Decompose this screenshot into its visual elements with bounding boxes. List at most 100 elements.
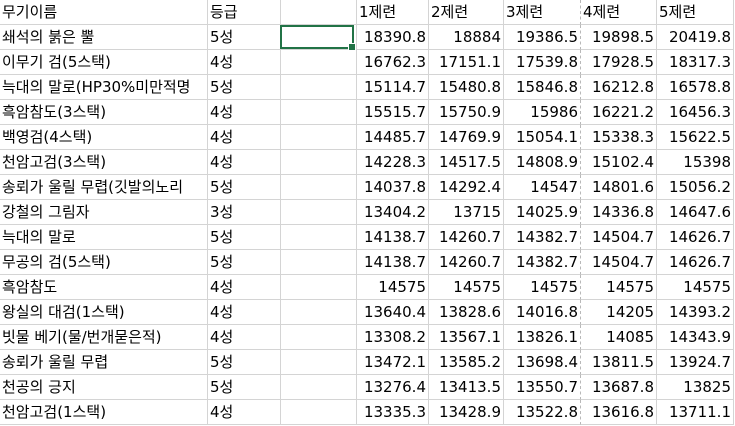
cell-refine-5[interactable]: 14393.2 — [657, 300, 734, 325]
cell-refine-2[interactable]: 15750.9 — [429, 100, 504, 125]
cell-refine-5[interactable]: 20419.8 — [657, 25, 734, 50]
cell-weapon-name[interactable]: 늑대의 말로 — [0, 225, 208, 250]
cell-refine-1[interactable]: 14138.7 — [357, 250, 429, 275]
cell-refine-2[interactable]: 14260.7 — [429, 250, 504, 275]
cell-refine-2[interactable]: 13828.6 — [429, 300, 504, 325]
cell-refine-3[interactable]: 14382.7 — [504, 225, 581, 250]
cell-weapon-name[interactable]: 강철의 그림자 — [0, 200, 208, 225]
cell-refine-4[interactable]: 14336.8 — [581, 200, 657, 225]
cell-empty[interactable] — [281, 375, 357, 400]
cell-weapon-name[interactable]: 백영검(4스택) — [0, 125, 208, 150]
cell-refine-2[interactable]: 14292.4 — [429, 175, 504, 200]
cell-refine-1[interactable]: 13335.3 — [357, 400, 429, 425]
cell-refine-2[interactable]: 13428.9 — [429, 400, 504, 425]
cell-refine-5[interactable]: 15622.5 — [657, 125, 734, 150]
cell-refine-2[interactable]: 13413.5 — [429, 375, 504, 400]
cell-empty[interactable] — [281, 325, 357, 350]
cell-empty[interactable] — [281, 75, 357, 100]
cell-empty[interactable] — [281, 150, 357, 175]
cell-grade[interactable]: 4성 — [208, 300, 281, 325]
cell-refine-5[interactable]: 18317.3 — [657, 50, 734, 75]
cell-weapon-name[interactable]: 쇄석의 붉은 뿔 — [0, 25, 208, 50]
cell-refine-5[interactable]: 14626.7 — [657, 250, 734, 275]
cell-weapon-name[interactable]: 이무기 검(5스택) — [0, 50, 208, 75]
cell-empty[interactable] — [281, 125, 357, 150]
cell-grade[interactable]: 4성 — [208, 150, 281, 175]
cell-empty[interactable] — [281, 350, 357, 375]
cell-refine-4[interactable]: 13616.8 — [581, 400, 657, 425]
cell-grade[interactable]: 5성 — [208, 225, 281, 250]
cell-grade[interactable]: 4성 — [208, 50, 281, 75]
cell-refine-5[interactable]: 13711.1 — [657, 400, 734, 425]
cell-refine-5[interactable]: 14575 — [657, 275, 734, 300]
header-cell-grade[interactable]: 등급 — [208, 0, 281, 25]
cell-refine-3[interactable]: 13550.7 — [504, 375, 581, 400]
header-cell-r4[interactable]: 4제련 — [581, 0, 657, 25]
cell-grade[interactable]: 5성 — [208, 25, 281, 50]
cell-refine-3[interactable]: 14808.9 — [504, 150, 581, 175]
cell-grade[interactable]: 5성 — [208, 175, 281, 200]
cell-refine-5[interactable]: 13825 — [657, 375, 734, 400]
header-cell-r1[interactable]: 1제련 — [357, 0, 429, 25]
cell-refine-5[interactable]: 16578.8 — [657, 75, 734, 100]
cell-refine-4[interactable]: 15102.4 — [581, 150, 657, 175]
cell-grade[interactable]: 5성 — [208, 375, 281, 400]
cell-refine-4[interactable]: 14205 — [581, 300, 657, 325]
cell-refine-3[interactable]: 14547 — [504, 175, 581, 200]
cell-refine-1[interactable]: 14228.3 — [357, 150, 429, 175]
cell-empty[interactable] — [281, 50, 357, 75]
cell-refine-5[interactable]: 14647.6 — [657, 200, 734, 225]
cell-refine-3[interactable]: 14016.8 — [504, 300, 581, 325]
cell-grade[interactable]: 5성 — [208, 75, 281, 100]
header-cell-r5[interactable]: 5제련 — [657, 0, 734, 25]
cell-weapon-name[interactable]: 흑암참도 — [0, 275, 208, 300]
cell-empty[interactable] — [281, 225, 357, 250]
cell-empty[interactable] — [281, 275, 357, 300]
cell-refine-4[interactable]: 14085 — [581, 325, 657, 350]
fill-handle[interactable] — [348, 43, 356, 51]
cell-weapon-name[interactable]: 송뢰가 울릴 무렵(깃발의노리 — [0, 175, 208, 200]
cell-refine-5[interactable]: 13924.7 — [657, 350, 734, 375]
cell-refine-3[interactable]: 14025.9 — [504, 200, 581, 225]
cell-refine-1[interactable]: 15114.7 — [357, 75, 429, 100]
header-cell-r2[interactable]: 2제련 — [429, 0, 504, 25]
cell-refine-1[interactable]: 13404.2 — [357, 200, 429, 225]
cell-grade[interactable]: 5성 — [208, 350, 281, 375]
cell-refine-1[interactable]: 13640.4 — [357, 300, 429, 325]
cell-weapon-name[interactable]: 천공의 긍지 — [0, 375, 208, 400]
cell-refine-4[interactable]: 14575 — [581, 275, 657, 300]
cell-refine-2[interactable]: 14769.9 — [429, 125, 504, 150]
cell-refine-3[interactable]: 13522.8 — [504, 400, 581, 425]
cell-empty[interactable] — [281, 200, 357, 225]
cell-refine-3[interactable]: 15846.8 — [504, 75, 581, 100]
cell-refine-2[interactable]: 18884 — [429, 25, 504, 50]
cell-refine-5[interactable]: 14626.7 — [657, 225, 734, 250]
header-cell-name[interactable]: 무기이름 — [0, 0, 208, 25]
cell-weapon-name[interactable]: 빗물 베기(물/번개묻은적) — [0, 325, 208, 350]
cell-grade[interactable]: 4성 — [208, 275, 281, 300]
cell-weapon-name[interactable]: 송뢰가 울릴 무렵 — [0, 350, 208, 375]
cell-empty[interactable] — [281, 250, 357, 275]
active-cell-selection[interactable] — [280, 25, 356, 51]
cell-refine-3[interactable]: 13826.1 — [504, 325, 581, 350]
cell-grade[interactable]: 3성 — [208, 200, 281, 225]
cell-refine-2[interactable]: 15480.8 — [429, 75, 504, 100]
cell-grade[interactable]: 5성 — [208, 250, 281, 275]
cell-refine-3[interactable]: 14382.7 — [504, 250, 581, 275]
cell-refine-2[interactable]: 14575 — [429, 275, 504, 300]
cell-refine-4[interactable]: 16212.8 — [581, 75, 657, 100]
cell-refine-1[interactable]: 14037.8 — [357, 175, 429, 200]
cell-refine-4[interactable]: 19898.5 — [581, 25, 657, 50]
cell-refine-2[interactable]: 17151.1 — [429, 50, 504, 75]
cell-refine-5[interactable]: 15056.2 — [657, 175, 734, 200]
cell-refine-4[interactable]: 17928.5 — [581, 50, 657, 75]
cell-refine-4[interactable]: 13811.5 — [581, 350, 657, 375]
cell-refine-4[interactable]: 15338.3 — [581, 125, 657, 150]
cell-refine-1[interactable]: 13472.1 — [357, 350, 429, 375]
cell-weapon-name[interactable]: 천암고검(1스택) — [0, 400, 208, 425]
cell-refine-1[interactable]: 13276.4 — [357, 375, 429, 400]
cell-empty[interactable] — [281, 175, 357, 200]
cell-refine-4[interactable]: 14801.6 — [581, 175, 657, 200]
cell-grade[interactable]: 4성 — [208, 100, 281, 125]
cell-refine-3[interactable]: 17539.8 — [504, 50, 581, 75]
